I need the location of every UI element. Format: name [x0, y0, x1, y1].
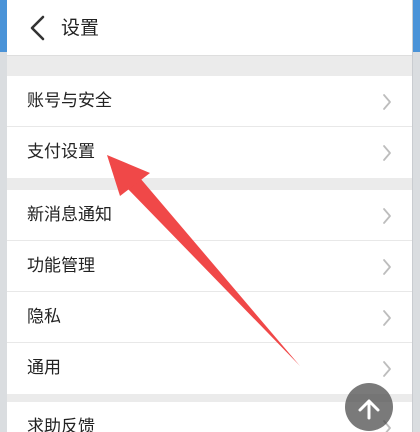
settings-item-label: 隐私 — [27, 307, 61, 327]
chevron-right-icon — [382, 93, 392, 111]
settings-item-label: 支付设置 — [27, 142, 95, 162]
page-title: 设置 — [61, 17, 100, 39]
settings-item-label: 求助反馈 — [27, 417, 95, 432]
back-button[interactable] — [23, 12, 53, 44]
background-app-edge-left — [0, 0, 7, 432]
settings-item-features[interactable]: 功能管理 — [7, 241, 412, 292]
chevron-right-icon — [382, 258, 392, 276]
settings-page: 设置 账号与安全 支付设置 新消息通知 功能管理 隐私 通用 求助反馈 — [7, 0, 412, 432]
settings-item-label: 功能管理 — [27, 256, 95, 276]
chevron-left-icon — [30, 15, 45, 41]
chevron-right-icon — [382, 360, 392, 378]
settings-item-notifications[interactable]: 新消息通知 — [7, 190, 412, 241]
scroll-up-button[interactable] — [345, 383, 393, 431]
settings-group-account: 账号与安全 支付设置 — [7, 76, 412, 178]
up-arrow-icon — [358, 399, 380, 420]
settings-item-label: 账号与安全 — [27, 91, 112, 111]
settings-item-account-security[interactable]: 账号与安全 — [7, 76, 412, 127]
settings-group-general: 新消息通知 功能管理 隐私 通用 — [7, 190, 412, 394]
settings-item-payment[interactable]: 支付设置 — [7, 127, 412, 178]
chevron-right-icon — [382, 207, 392, 225]
chevron-right-icon — [382, 144, 392, 162]
settings-item-label: 通用 — [27, 358, 61, 378]
background-app-edge-right — [413, 0, 420, 432]
chevron-right-icon — [382, 309, 392, 327]
settings-item-label: 新消息通知 — [27, 205, 112, 225]
page-header: 设置 — [7, 0, 412, 56]
settings-item-privacy[interactable]: 隐私 — [7, 292, 412, 343]
